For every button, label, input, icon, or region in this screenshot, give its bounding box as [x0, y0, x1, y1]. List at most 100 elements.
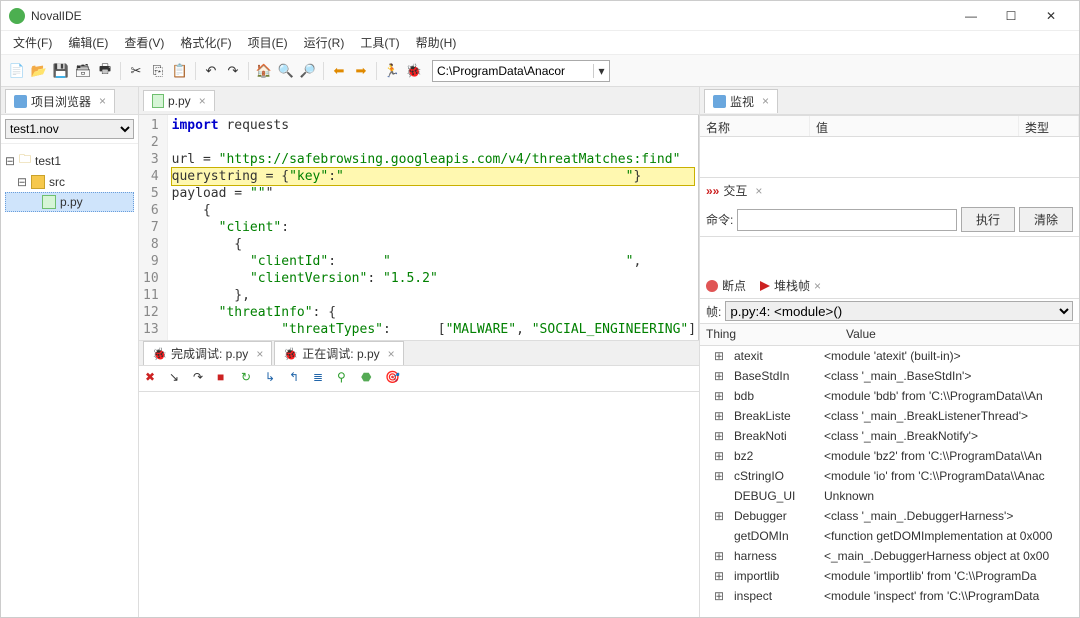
- code-line-10[interactable]: "clientVersion": "1.5.2": [172, 270, 694, 287]
- command-input[interactable]: [737, 209, 957, 231]
- project-panel: 项目浏览器 × test1.nov ⊟ 🗀 test1 ⊟ src: [1, 87, 139, 617]
- var-row[interactable]: ⊞bdb<module 'bdb' from 'C:\\ProgramData\…: [700, 386, 1079, 406]
- code-line-8[interactable]: {: [172, 236, 694, 253]
- interpreter-path-input[interactable]: [433, 62, 593, 80]
- step-next-icon[interactable]: ≣: [313, 370, 331, 388]
- var-row[interactable]: ⊞Debugger<class '_main_.DebuggerHarness'…: [700, 506, 1079, 526]
- menu-tools[interactable]: 工具(T): [352, 32, 407, 53]
- tree-root[interactable]: ⊟ 🗀 test1: [3, 148, 136, 173]
- run-icon[interactable]: 🏃: [382, 61, 402, 81]
- project-browser-tab[interactable]: 项目浏览器 ×: [5, 89, 115, 113]
- var-row[interactable]: ⊞importlib<module 'importlib' from 'C:\\…: [700, 566, 1079, 586]
- tree-file-ppy[interactable]: p.py: [5, 192, 134, 212]
- open-icon[interactable]: 📂: [29, 61, 49, 81]
- var-row[interactable]: DEBUG_UIUnknown: [700, 486, 1079, 506]
- search-project-icon[interactable]: 🔎: [298, 61, 318, 81]
- breakpoints-tab[interactable]: 断点: [706, 277, 746, 294]
- code-line-13[interactable]: "threatTypes": ["MALWARE", "SOCIAL_ENGIN…: [172, 321, 694, 338]
- expand-icon[interactable]: ⊟: [5, 154, 15, 168]
- search-icon[interactable]: 🔍: [276, 61, 296, 81]
- cut-icon[interactable]: ✂: [126, 61, 146, 81]
- editor-tab-ppy[interactable]: p.py ×: [143, 90, 215, 111]
- code-editor[interactable]: 123456789101112131415161718192021222324 …: [139, 115, 699, 340]
- debug-icon[interactable]: 🐞: [404, 61, 424, 81]
- menu-edit[interactable]: 编辑(E): [60, 32, 116, 53]
- maximize-button[interactable]: ☐: [991, 2, 1031, 30]
- new-file-icon[interactable]: 📄: [7, 61, 27, 81]
- step-into-icon[interactable]: ↘: [169, 370, 187, 388]
- step-over-icon[interactable]: ↷: [193, 370, 211, 388]
- expand-icon[interactable]: ⊟: [17, 175, 27, 189]
- var-row[interactable]: getDOMIn<function getDOMImplementation a…: [700, 526, 1079, 546]
- var-row[interactable]: ⊞atexit<module 'atexit' (built-in)>: [700, 346, 1079, 366]
- var-row[interactable]: ⊞inspect<module 'inspect' from 'C:\\Prog…: [700, 586, 1079, 606]
- code-line-12[interactable]: "threatInfo": {: [172, 304, 694, 321]
- code-line-3[interactable]: url = "https://safebrowsing.googleapis.c…: [172, 151, 694, 168]
- home-icon[interactable]: 🏠: [254, 61, 274, 81]
- menu-file[interactable]: 文件(F): [5, 32, 60, 53]
- close-icon[interactable]: ×: [388, 347, 395, 361]
- watch-tab-label: 监视: [730, 93, 754, 110]
- close-icon[interactable]: ×: [814, 279, 821, 293]
- print-icon[interactable]: 🖶: [95, 61, 115, 81]
- var-row[interactable]: ⊞BreakListe<class '_main_.BreakListenerT…: [700, 406, 1079, 426]
- tree-src[interactable]: ⊟ src: [3, 173, 136, 191]
- command-label: 命令:: [706, 211, 733, 228]
- project-select[interactable]: test1.nov: [5, 119, 134, 139]
- debug-running-tab[interactable]: 🐞 正在调试: p.py ×: [274, 341, 403, 365]
- save-icon[interactable]: 💾: [51, 61, 71, 81]
- nav-back-icon[interactable]: ⬅: [329, 61, 349, 81]
- project-selector: test1.nov: [1, 115, 138, 144]
- close-icon[interactable]: ×: [99, 94, 106, 108]
- code-area[interactable]: import requests url = "https://safebrows…: [168, 115, 698, 340]
- menu-run[interactable]: 运行(R): [296, 32, 353, 53]
- run-button[interactable]: 执行: [961, 207, 1015, 232]
- code-line-5[interactable]: payload = """: [172, 185, 694, 202]
- menu-format[interactable]: 格式化(F): [172, 32, 239, 53]
- redo-icon[interactable]: ↷: [223, 61, 243, 81]
- close-button[interactable]: ✕: [1031, 2, 1071, 30]
- var-row[interactable]: ⊞cStringIO<module 'io' from 'C:\\Program…: [700, 466, 1079, 486]
- step-in-icon[interactable]: ↳: [265, 370, 283, 388]
- breakpoint-toggle-icon[interactable]: ⬣: [361, 370, 379, 388]
- paste-icon[interactable]: 📋: [170, 61, 190, 81]
- frame-select[interactable]: p.py:4: <module>(): [725, 301, 1073, 321]
- resume-icon[interactable]: ↻: [241, 370, 259, 388]
- minimize-button[interactable]: —: [951, 2, 991, 30]
- save-all-icon[interactable]: 🗃: [73, 61, 93, 81]
- undo-icon[interactable]: ↶: [201, 61, 221, 81]
- copy-icon[interactable]: ⎘: [148, 61, 168, 81]
- clear-breakpoints-icon[interactable]: 🎯: [385, 370, 403, 388]
- stack-frames-tab[interactable]: 堆栈帧 ×: [760, 277, 821, 294]
- stop-on-exception-icon[interactable]: ✖: [145, 370, 163, 388]
- var-row[interactable]: ⊞BaseStdIn<class '_main_.BaseStdIn'>: [700, 366, 1079, 386]
- code-line-7[interactable]: "client":: [172, 219, 694, 236]
- code-line-4[interactable]: querystring = {"key":" "}: [172, 168, 694, 185]
- close-icon[interactable]: ×: [256, 347, 263, 361]
- close-icon[interactable]: ×: [762, 94, 769, 108]
- variables-tree[interactable]: ⊞atexit<module 'atexit' (built-in)>⊞Base…: [700, 346, 1079, 617]
- menu-project[interactable]: 项目(E): [240, 32, 296, 53]
- code-line-9[interactable]: "clientId": " ",: [172, 253, 694, 270]
- code-line-2[interactable]: [172, 134, 694, 151]
- code-line-11[interactable]: },: [172, 287, 694, 304]
- watch-body[interactable]: [700, 137, 1079, 177]
- close-icon[interactable]: ×: [199, 94, 206, 108]
- var-row[interactable]: ⊞bz2<module 'bz2' from 'C:\\ProgramData\…: [700, 446, 1079, 466]
- code-line-1[interactable]: import requests: [172, 117, 694, 134]
- debug-done-tab[interactable]: 🐞 完成调试: p.py ×: [143, 341, 272, 365]
- interpreter-dropdown-button[interactable]: ▾: [593, 64, 609, 78]
- step-out-icon[interactable]: ↰: [289, 370, 307, 388]
- var-row[interactable]: ⊞harness<_main_.DebuggerHarness object a…: [700, 546, 1079, 566]
- nav-fwd-icon[interactable]: ➡: [351, 61, 371, 81]
- var-row[interactable]: ⊞BreakNoti<class '_main_.BreakNotify'>: [700, 426, 1079, 446]
- code-line-14[interactable]: "platformTypes": ["WINDOWS"],: [172, 338, 694, 340]
- close-icon[interactable]: ×: [755, 184, 762, 198]
- menu-help[interactable]: 帮助(H): [408, 32, 465, 53]
- watch-tab[interactable]: 监视 ×: [704, 89, 778, 113]
- menu-view[interactable]: 查看(V): [116, 32, 172, 53]
- clear-button[interactable]: 清除: [1019, 207, 1073, 232]
- code-line-6[interactable]: {: [172, 202, 694, 219]
- watch-icon[interactable]: ⚲: [337, 370, 355, 388]
- stop-debug-icon[interactable]: ■: [217, 370, 235, 388]
